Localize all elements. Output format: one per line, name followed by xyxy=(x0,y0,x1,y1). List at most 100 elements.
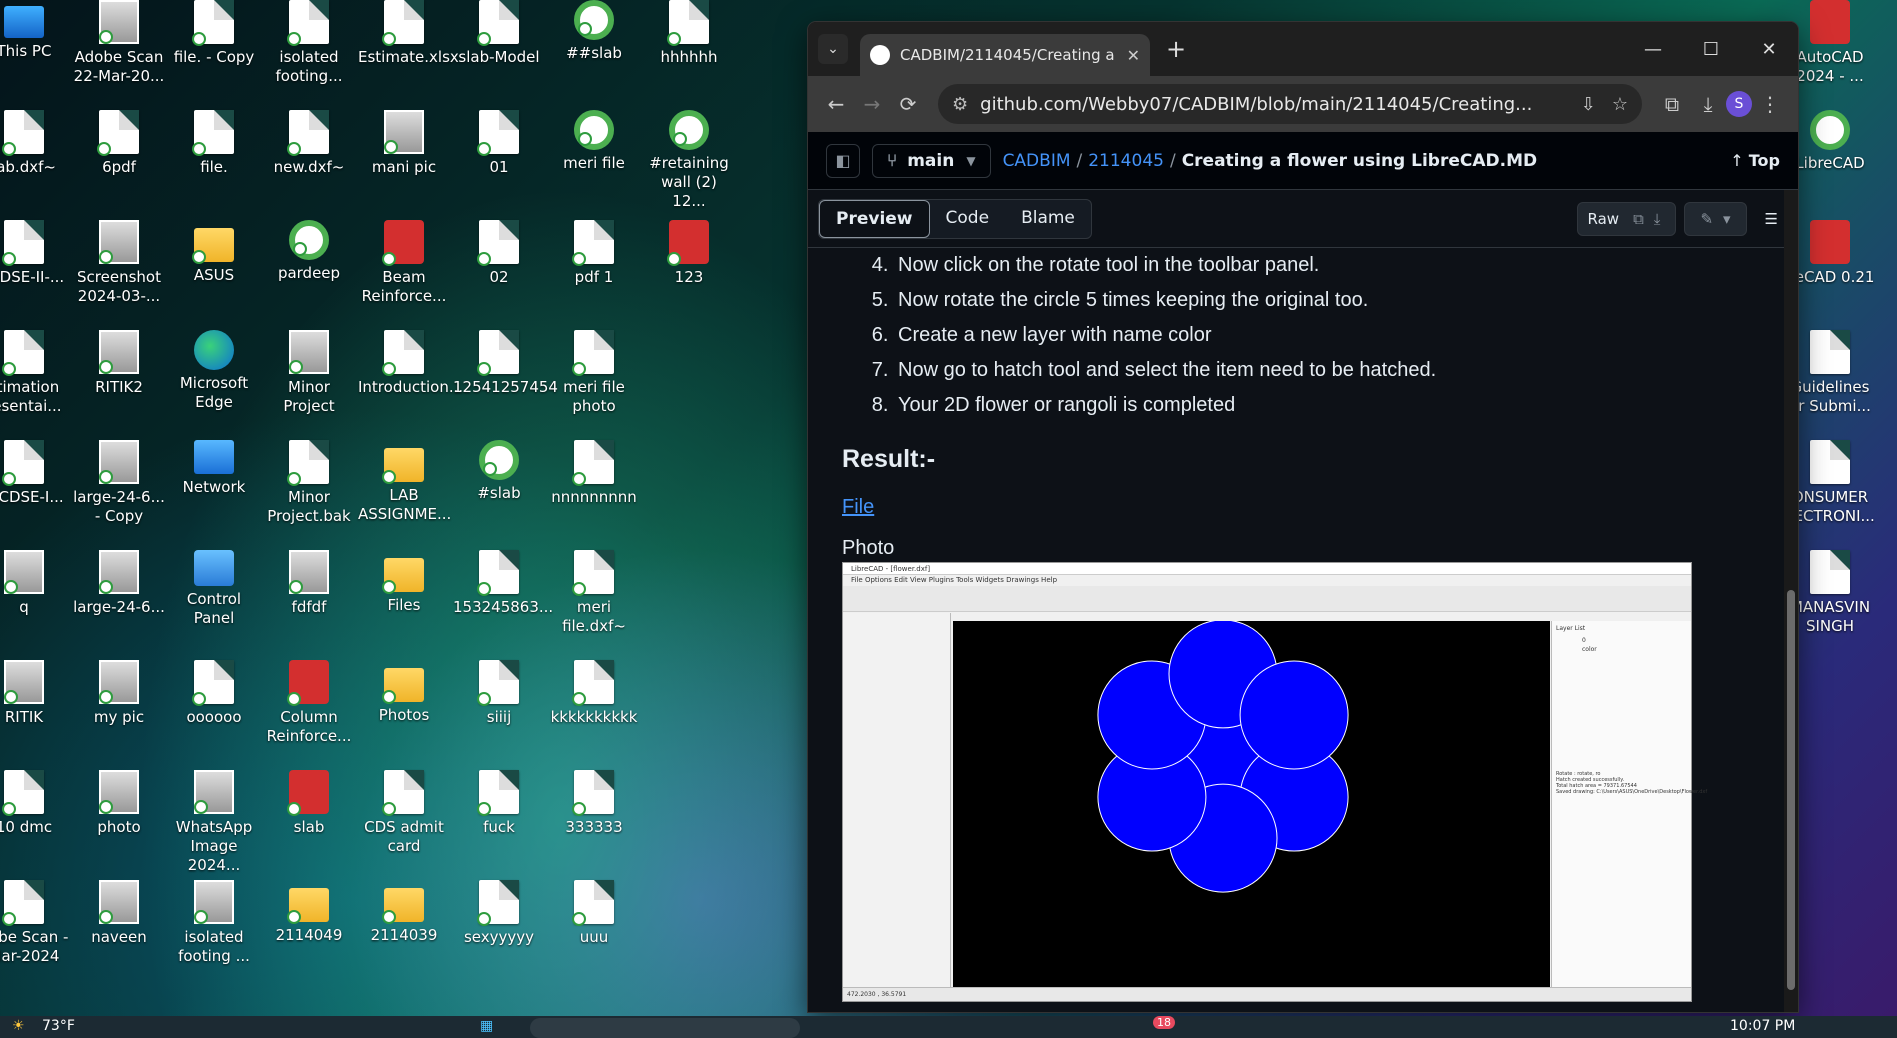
desktop-icon[interactable]: siiij xyxy=(453,660,545,727)
breadcrumb-folder[interactable]: 2114045 xyxy=(1088,151,1164,171)
weather-text[interactable]: 73°F xyxy=(42,1018,75,1034)
desktop-icon[interactable]: my pic xyxy=(73,660,165,727)
desktop-icon[interactable]: naveen xyxy=(73,880,165,947)
desktop-icon[interactable]: Screenshot 2024-03-... xyxy=(73,220,165,306)
desktop-icon[interactable]: This PC xyxy=(0,0,70,61)
desktop-icon[interactable]: WhatsApp Image 2024... xyxy=(168,770,260,875)
desktop-icon[interactable]: Photos xyxy=(358,660,450,725)
outline-icon[interactable]: ☰ xyxy=(1755,202,1788,236)
clock[interactable]: 10:07 PM xyxy=(1730,1018,1795,1034)
star-icon[interactable]: ☆ xyxy=(1612,94,1628,115)
desktop-icon[interactable]: photo xyxy=(73,770,165,837)
branch-selector[interactable]: ⑂ main ▼ xyxy=(872,143,991,178)
maximize-button[interactable]: ☐ xyxy=(1682,22,1740,76)
desktop-icon[interactable]: large-24-6... xyxy=(73,550,165,617)
desktop-icon[interactable]: stimation resentai... xyxy=(0,330,70,416)
desktop-icon[interactable]: hhhhhh xyxy=(643,0,735,67)
desktop-icon[interactable]: Column Reinforce... xyxy=(263,660,355,746)
desktop-icon[interactable]: 153245863... xyxy=(453,550,553,617)
desktop-icon[interactable]: nnnnnnnnn xyxy=(548,440,640,507)
desktop-icon[interactable]: Minor Project.bak xyxy=(263,440,355,526)
page-scrollbar[interactable] xyxy=(1784,190,1798,1012)
desktop-icon[interactable]: isolated footing ... xyxy=(168,880,260,966)
desktop-icon[interactable]: Network xyxy=(168,440,260,497)
desktop-icon[interactable]: kkkkkkkkkk xyxy=(548,660,640,727)
tab-code[interactable]: Code xyxy=(930,200,1006,238)
desktop-icon[interactable]: 01 xyxy=(453,110,545,177)
desktop-icon[interactable]: 12541257454 xyxy=(453,330,558,397)
desktop-icon[interactable]: pardeep xyxy=(263,220,355,283)
desktop-icon[interactable]: meri file xyxy=(548,110,640,173)
install-icon[interactable]: ⇩ xyxy=(1581,94,1596,115)
search-box[interactable] xyxy=(530,1018,800,1038)
desktop-icon[interactable]: P-CDSE-I... xyxy=(0,440,70,507)
desktop-icon[interactable]: RITIK xyxy=(0,660,70,727)
close-tab-icon[interactable]: ✕ xyxy=(1127,46,1140,65)
avatar[interactable]: S xyxy=(1726,91,1752,117)
desktop-icon[interactable]: LAB ASSIGNME... xyxy=(358,440,451,524)
tab-blame[interactable]: Blame xyxy=(1005,200,1091,238)
copy-icon[interactable]: ⧉ xyxy=(1633,210,1644,228)
tab-preview[interactable]: Preview xyxy=(819,199,930,238)
desktop-icon[interactable]: 2114039 xyxy=(358,880,450,945)
top-button[interactable]: ↑ Top xyxy=(1730,151,1780,170)
start-icon[interactable]: ▦ xyxy=(480,1018,493,1034)
desktop-icon[interactable]: large-24-6... - Copy xyxy=(73,440,165,526)
desktop-icon[interactable]: lab.dxf~ xyxy=(0,110,70,177)
desktop-icon[interactable]: 02 xyxy=(453,220,545,287)
desktop-icon[interactable]: new.dxf~ xyxy=(263,110,355,177)
desktop-icon[interactable]: Minor Project xyxy=(263,330,355,416)
site-info-icon[interactable]: ⚙ xyxy=(952,94,968,115)
browser-tab[interactable]: CADBIM/2114045/Creating a flo ✕ xyxy=(860,34,1150,76)
scrollbar-thumb[interactable] xyxy=(1787,590,1795,990)
desktop-icon[interactable]: CDS admit card xyxy=(358,770,450,856)
desktop-icon[interactable]: oooooo xyxy=(168,660,260,727)
desktop-icon[interactable]: Estimate.xlsx xyxy=(358,0,459,67)
desktop-icon[interactable]: fdfdf xyxy=(263,550,355,617)
desktop-icon[interactable]: dobe Scan -Mar-2024 xyxy=(0,880,70,966)
desktop-icon[interactable]: file. - Copy xyxy=(168,0,260,67)
desktop-icon[interactable]: ##slab xyxy=(548,0,640,63)
desktop-icon[interactable]: isolated footing... xyxy=(263,0,355,86)
file-link[interactable]: File xyxy=(842,496,874,519)
desktop-icon[interactable]: Microsoft Edge xyxy=(168,330,260,412)
back-icon[interactable]: ← xyxy=(818,86,854,122)
reload-icon[interactable]: ⟳ xyxy=(890,86,926,122)
desktop-icon[interactable]: meri file photo xyxy=(548,330,640,416)
address-bar[interactable]: ⚙ github.com/Webby07/CADBIM/blob/main/21… xyxy=(938,84,1642,124)
desktop-icon[interactable]: 123 xyxy=(643,220,735,287)
edit-button[interactable]: ✎ ▾ xyxy=(1684,201,1747,236)
desktop-icon[interactable]: RITIK2 xyxy=(73,330,165,397)
desktop-icon[interactable]: q xyxy=(0,550,70,617)
desktop-icon[interactable]: Control Panel xyxy=(168,550,260,628)
close-window-button[interactable]: ✕ xyxy=(1740,22,1798,76)
desktop-icon[interactable]: file. xyxy=(168,110,260,177)
desktop-icon[interactable]: 333333 xyxy=(548,770,640,837)
breadcrumb-repo[interactable]: CADBIM xyxy=(1003,151,1071,171)
download-raw-icon[interactable]: ⤓ xyxy=(1654,210,1661,228)
weather-icon[interactable]: ☀ xyxy=(12,1018,25,1034)
desktop-icon[interactable]: slab xyxy=(263,770,355,837)
desktop-icon[interactable]: 6pdf xyxy=(73,110,165,177)
desktop-icon[interactable]: pdf 1 xyxy=(548,220,640,287)
desktop-icon[interactable]: Introduction... xyxy=(358,330,463,397)
download-icon[interactable]: ⤓ xyxy=(1690,86,1726,122)
minimize-button[interactable]: — xyxy=(1624,22,1682,76)
tab-search-button[interactable]: ⌄ xyxy=(818,34,848,64)
desktop-icon[interactable]: slab-Model xyxy=(453,0,545,67)
raw-button[interactable]: Raw ⧉ ⤓ xyxy=(1576,201,1677,236)
desktop-icon[interactable]: Files xyxy=(358,550,450,615)
new-tab-button[interactable]: + xyxy=(1166,35,1186,63)
desktop-icon[interactable]: fuck xyxy=(453,770,545,837)
desktop-icon[interactable]: #slab xyxy=(453,440,545,503)
desktop-icon[interactable]: #retaining wall (2) 12... xyxy=(643,110,735,211)
sidebar-toggle-icon[interactable]: ◧ xyxy=(826,143,860,178)
desktop-icon[interactable]: -CDSE-II-... xyxy=(0,220,70,287)
forward-icon[interactable]: → xyxy=(854,86,890,122)
puzzle-icon[interactable]: ⧉ xyxy=(1654,86,1690,122)
desktop-icon[interactable]: sexyyyyy xyxy=(453,880,545,947)
kebab-icon[interactable]: ⋮ xyxy=(1752,86,1788,122)
desktop-icon[interactable]: ASUS xyxy=(168,220,260,285)
desktop-icon[interactable]: mani pic xyxy=(358,110,450,177)
desktop-icon[interactable]: 2114049 xyxy=(263,880,355,945)
